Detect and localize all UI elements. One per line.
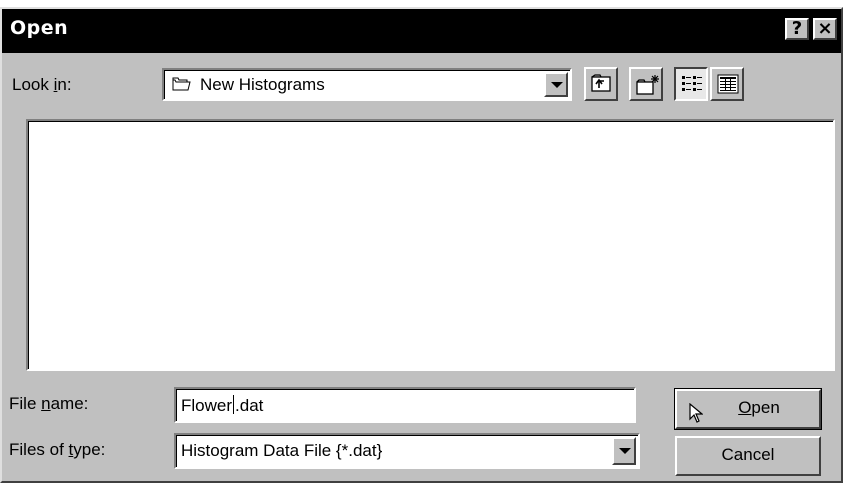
file-name-input[interactable]: Flower .dat <box>174 387 636 423</box>
create-new-folder-icon <box>636 75 659 95</box>
files-of-type-dropdown-arrow[interactable] <box>612 437 636 465</box>
files-of-type-label: Files of type: <box>9 440 106 459</box>
open-dialog: Open ? × Look in: New Histograms File na… <box>0 7 843 483</box>
look-in-dropdown[interactable]: New Histograms <box>162 68 572 101</box>
file-list[interactable] <box>26 119 835 371</box>
text-caret <box>233 395 235 414</box>
cancel-button[interactable]: Cancel <box>675 436 821 476</box>
file-name-value-end: .dat <box>235 396 264 415</box>
files-of-type-value: Histogram Data File {*.dat} <box>181 441 383 460</box>
dialog-title: Open <box>10 17 69 39</box>
files-of-type-dropdown[interactable]: Histogram Data File {*.dat} <box>174 433 640 469</box>
list-view-icon <box>682 76 702 91</box>
title-bar[interactable]: Open ? × <box>2 9 841 53</box>
details-view-button[interactable] <box>710 67 744 101</box>
details-view-icon <box>717 74 739 94</box>
look-in-label: Look in: <box>12 75 72 94</box>
file-name-value-start: Flower <box>181 396 233 415</box>
create-new-folder-button[interactable] <box>629 67 663 101</box>
list-view-button[interactable] <box>674 67 708 101</box>
mouse-pointer-icon <box>689 403 703 423</box>
look-in-dropdown-arrow[interactable] <box>544 72 568 97</box>
open-button[interactable]: Open <box>674 388 822 430</box>
close-button[interactable]: × <box>813 18 837 40</box>
file-name-label: File name: <box>9 394 89 413</box>
folder-icon <box>172 77 191 91</box>
look-in-value: New Histograms <box>200 75 325 94</box>
up-one-level-button[interactable] <box>584 67 618 101</box>
help-button[interactable]: ? <box>785 18 809 40</box>
up-one-level-icon <box>591 74 611 92</box>
